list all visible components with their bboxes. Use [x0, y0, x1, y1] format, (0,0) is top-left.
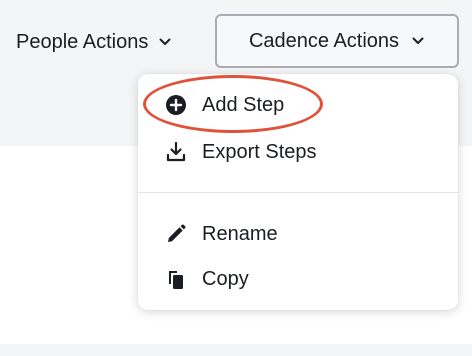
menu-item-label: Add Step — [202, 93, 285, 116]
people-actions-dropdown[interactable]: People Actions — [16, 22, 172, 62]
pencil-icon — [164, 222, 188, 246]
chevron-down-icon — [159, 38, 171, 45]
download-icon — [164, 140, 188, 164]
menu-item-label: Copy — [202, 267, 249, 290]
menu-item-copy[interactable]: Copy — [164, 263, 249, 295]
cadence-actions-label: Cadence Actions — [248, 29, 400, 52]
menu-item-label: Export Steps — [202, 140, 317, 163]
menu-divider — [138, 192, 458, 193]
copy-icon — [164, 267, 188, 291]
menu-item-rename[interactable]: Rename — [164, 218, 278, 250]
menu-item-label: Rename — [202, 222, 278, 245]
menu-item-add-step[interactable]: Add Step — [164, 89, 284, 121]
menu-item-export-steps[interactable]: Export Steps — [164, 136, 317, 168]
cadence-actions-menu: Add Step Export Steps Rename Copy — [138, 74, 458, 310]
plus-circle-icon — [164, 93, 188, 117]
people-actions-label: People Actions — [16, 30, 149, 53]
cadence-actions-dropdown[interactable]: Cadence Actions — [215, 14, 459, 68]
chevron-down-icon — [412, 37, 424, 44]
